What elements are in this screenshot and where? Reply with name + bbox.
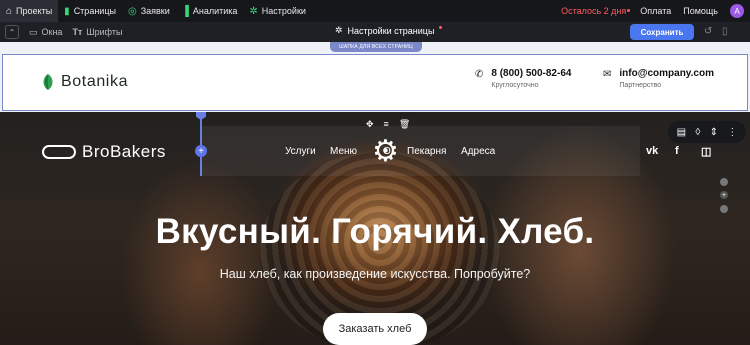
app-top-bar: ⌂ Проекты ▮ Страницы ◎ Заявки ▐ Аналитик… — [0, 0, 750, 22]
windows-label: Окна — [41, 27, 63, 37]
device-icon[interactable]: ▯ — [722, 26, 728, 37]
brobakers-logo[interactable]: BroBakers — [42, 142, 166, 162]
reorder-icon[interactable]: ⇕ — [710, 127, 718, 138]
more-icon[interactable]: ⋮ — [727, 127, 737, 138]
gear-icon: ✲ — [335, 25, 343, 35]
move-icon[interactable]: ✥ — [366, 119, 374, 130]
global-header-block[interactable]: ШАПКА ДЛЯ ВСЕХ СТРАНИЦ Botanika ✆ 8 (800… — [0, 42, 750, 112]
help-link[interactable]: Помощь — [677, 6, 724, 16]
menu-item-services[interactable]: Услуги — [285, 146, 316, 157]
windows-button[interactable]: ▭ Окна — [29, 27, 62, 38]
nav-leads[interactable]: ◎ Заявки — [122, 0, 176, 22]
phone-number[interactable]: 8 (800) 500-82-64 — [491, 68, 571, 79]
leaf-icon — [43, 74, 53, 90]
menu-item-menu[interactable]: Меню — [330, 146, 357, 157]
nav-projects-label: Проекты — [16, 6, 53, 16]
align-icon[interactable]: ≡ — [384, 119, 389, 130]
font-icon: Tт — [72, 27, 83, 37]
layout-icon[interactable]: ▤ — [677, 127, 686, 138]
phone-icon: ✆ — [475, 69, 484, 80]
trial-days-left[interactable]: Осталось 2 дня — [553, 6, 634, 16]
collapse-button[interactable]: ⌃ — [5, 25, 19, 39]
undo-icon[interactable]: ↺ — [704, 26, 712, 37]
hero-brand-name: BroBakers — [82, 142, 166, 161]
hero-headline: Вкусный. Горячий. Хлеб. — [155, 212, 595, 251]
nav-settings-label: Настройки — [261, 6, 306, 16]
gear-icon: ✲ — [249, 5, 258, 17]
trash-icon[interactable]: 🗑 — [399, 119, 410, 130]
order-bread-button[interactable]: Заказать хлеб — [323, 313, 427, 345]
bread-icon — [42, 145, 76, 159]
page-settings-label: Настройки страницы — [347, 25, 435, 36]
nav-analytics[interactable]: ▐ Аналитика — [176, 0, 244, 22]
menu-item-bakery[interactable]: Пекарня — [407, 146, 446, 157]
page-settings-button[interactable]: ✲ Настройки страницы — [335, 25, 443, 36]
email-contact: ✉ info@company.com Партнерство — [603, 68, 714, 89]
pay-link[interactable]: Оплата — [634, 6, 677, 16]
chart-icon: ▐ — [181, 5, 189, 17]
mail-icon: ✉ — [603, 69, 612, 80]
site-header[interactable]: Botanika ✆ 8 (800) 500-82-64 Круглосуточ… — [2, 54, 748, 111]
vk-icon[interactable]: vk — [646, 145, 658, 157]
add-column-button[interactable]: + — [195, 145, 207, 157]
notification-dot — [439, 26, 443, 29]
side-dot-icon[interactable] — [720, 178, 728, 186]
nav-leads-label: Заявки — [140, 6, 170, 16]
instagram-icon[interactable]: ◫ — [701, 145, 711, 158]
hero-subline: Наш хлеб, как произведение искусства. По… — [219, 267, 531, 281]
element-settings-gear-icon[interactable]: ⚙ — [372, 134, 399, 169]
pages-icon: ▮ — [64, 5, 70, 17]
email-note: Партнерство — [619, 82, 662, 89]
avatar[interactable]: A — [730, 4, 744, 18]
brand-name: Botanika — [61, 73, 129, 90]
fonts-button[interactable]: Tт Шрифты — [72, 27, 122, 37]
home-icon: ⌂ — [6, 5, 13, 17]
nav-analytics-label: Аналитика — [192, 6, 238, 16]
nav-pages[interactable]: ▮ Страницы — [58, 0, 122, 22]
save-button[interactable]: Сохранить — [630, 24, 694, 40]
editor-toolbar: ⌃ ▭ Окна Tт Шрифты ✲ Настройки страницы … — [0, 22, 750, 42]
fonts-label: Шрифты — [86, 27, 123, 37]
facebook-icon[interactable]: f — [675, 145, 679, 157]
guide-handle[interactable] — [196, 112, 206, 120]
header-badge: ШАПКА ДЛЯ ВСЕХ СТРАНИЦ — [330, 42, 422, 52]
nav-settings[interactable]: ✲ Настройки — [243, 0, 312, 22]
nav-projects[interactable]: ⌂ Проекты — [0, 0, 59, 22]
color-drop-icon[interactable]: ◊ — [695, 127, 700, 138]
phone-contact: ✆ 8 (800) 500-82-64 Круглосуточно — [475, 68, 571, 89]
block-settings-panel: ▤ ◊ ⇕ ⋮ — [668, 121, 746, 143]
phone-note: Круглосуточно — [491, 82, 539, 89]
nav-pages-label: Страницы — [73, 6, 116, 16]
hero-section[interactable]: + BroBakers ✥ ≡ 🗑 Услуги Меню О Пекарня … — [0, 112, 750, 345]
menu-item-addresses[interactable]: Адреса — [461, 146, 495, 157]
row-tools: ✥ ≡ 🗑 — [366, 119, 410, 130]
botanika-logo[interactable]: Botanika — [41, 73, 128, 91]
email-address[interactable]: info@company.com — [619, 68, 714, 79]
window-icon: ▭ — [29, 26, 38, 37]
leads-icon: ◎ — [127, 5, 137, 17]
side-add-icon[interactable]: + — [720, 191, 728, 199]
